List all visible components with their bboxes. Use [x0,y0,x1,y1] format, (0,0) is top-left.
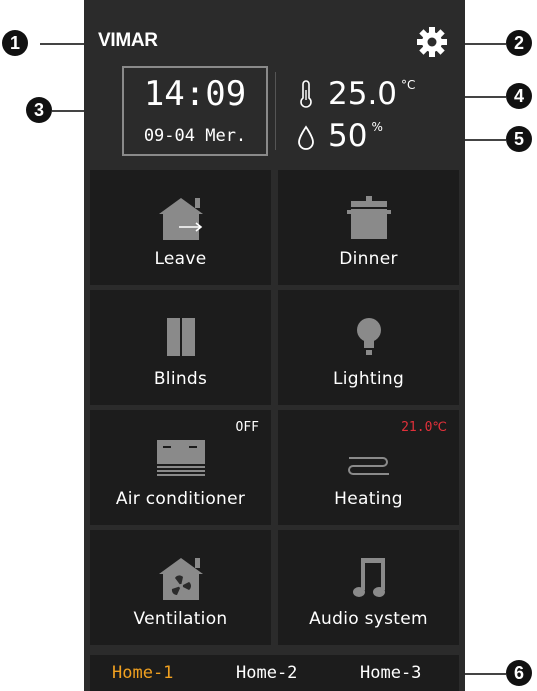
tile-audio-system-label: Audio system [309,609,428,629]
tile-leave[interactable]: Leave [90,170,271,285]
fan-home-icon [158,558,203,600]
tile-heating-label: Heating [334,489,403,509]
tile-dinner-label: Dinner [339,249,398,269]
clock-time: 14:09 [143,74,247,114]
callout-3: 3 [26,97,52,123]
clock-date: 09-04 Mer. [143,126,247,146]
tile-dinner[interactable]: Dinner [278,170,459,285]
tile-ventilation-label: Ventilation [133,609,228,629]
callout-5: 5 [506,126,532,152]
home-tabs: Home-1 Home-2 Home-3 [90,655,459,691]
air-conditioner-status: OFF [235,420,259,435]
light-bulb-icon [356,318,381,355]
tile-blinds-label: Blinds [153,369,208,389]
tile-air-conditioner-label: Air conditioner [115,489,246,509]
clock-widget[interactable]: 14:09 09-04 Mer. [122,66,268,156]
heating-status: 21.0℃ [401,420,447,435]
callout-1: 1 [2,30,28,56]
tile-leave-label: Leave [154,249,207,269]
tile-lighting-label: Lighting [332,369,405,389]
tab-home-1[interactable]: Home-1 [112,663,173,683]
header: VIMAR 14:09 09-04 Mer. 25.0 °C 50 % [84,0,465,170]
touch-panel-screen: VIMAR 14:09 09-04 Mer. 25.0 °C 50 % Leav… [84,0,465,691]
tile-lighting[interactable]: Lighting [278,290,459,405]
leave-home-icon [158,198,203,240]
tile-heating[interactable]: 21.0℃ Heating [278,410,459,525]
gear-icon[interactable] [416,26,448,58]
thermometer-icon [300,80,312,108]
tile-air-conditioner[interactable]: OFF Air conditioner [90,410,271,525]
humidity-unit: % [371,120,383,134]
cooking-pot-icon [346,196,391,239]
humidity-readout: 50 % [296,118,383,154]
tab-home-3[interactable]: Home-3 [360,663,421,683]
tile-audio-system[interactable]: Audio system [278,530,459,645]
blinds-icon [166,318,195,356]
callout-6: 6 [506,660,532,686]
temperature-readout: 25.0 °C [296,76,415,112]
tile-blinds[interactable]: Blinds [90,290,271,405]
tab-home-2[interactable]: Home-2 [236,663,297,683]
brand-logo: VIMAR [98,30,158,51]
water-drop-icon [298,125,314,150]
temperature-unit: °C [401,78,416,92]
callout-4: 4 [506,83,532,109]
header-divider [275,72,276,150]
temperature-value: 25.0 [328,76,398,112]
music-note-icon [352,558,385,597]
tile-ventilation[interactable]: Ventilation [90,530,271,645]
air-conditioner-icon [156,440,205,476]
callout-2: 2 [506,30,532,56]
humidity-value: 50 [328,118,368,154]
